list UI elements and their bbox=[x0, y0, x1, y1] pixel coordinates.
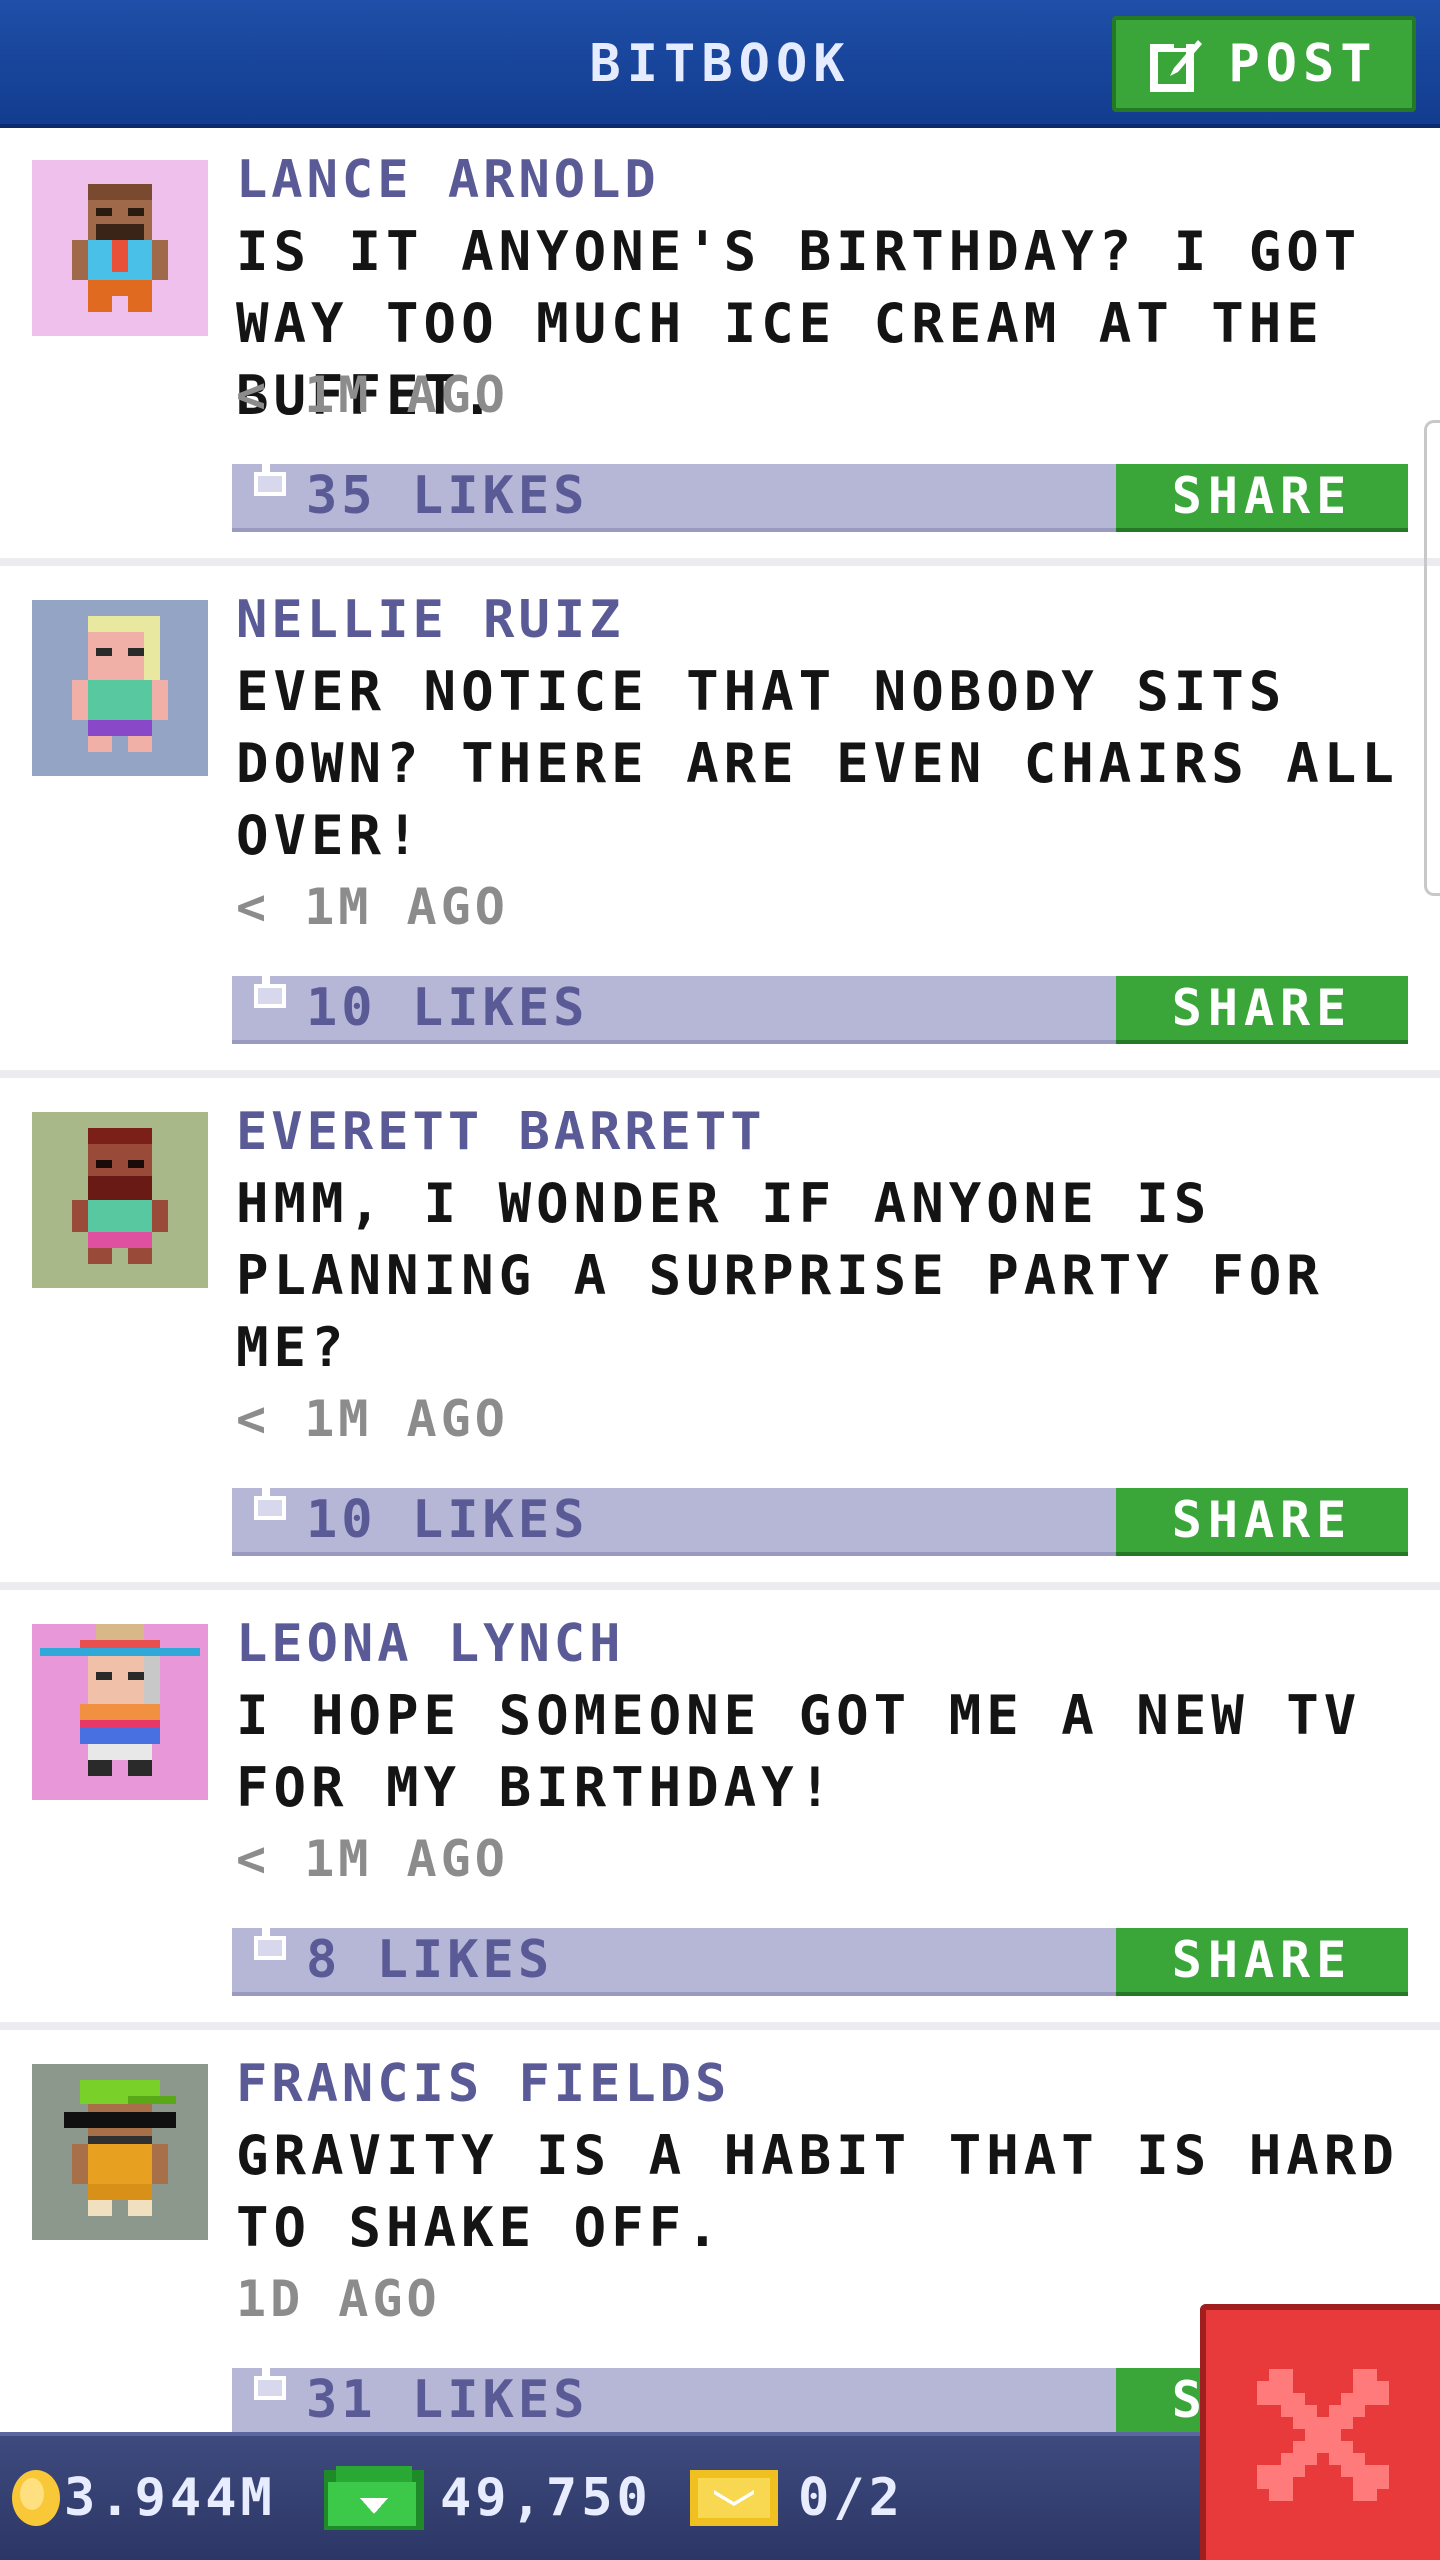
post-author[interactable]: LANCE ARNOLD bbox=[236, 150, 660, 210]
post-author[interactable]: NELLIE RUIZ bbox=[236, 590, 624, 650]
share-button[interactable]: SHARE bbox=[1116, 1928, 1408, 1996]
likes-count: 31 LIKES bbox=[306, 2370, 589, 2430]
likes-bar: 10 LIKES SHARE bbox=[232, 1472, 1408, 1556]
thumbs-up-icon[interactable] bbox=[246, 2352, 294, 2424]
likes-bar: 8 LIKES SHARE bbox=[232, 1912, 1408, 1996]
edit-icon bbox=[1150, 40, 1203, 92]
thumbs-up-icon[interactable] bbox=[246, 1472, 294, 1544]
coins-value: 3.944M bbox=[64, 2468, 276, 2528]
post-divider bbox=[0, 558, 1440, 566]
coin-icon bbox=[12, 2470, 60, 2526]
thumbs-up-icon[interactable] bbox=[246, 448, 294, 520]
post-text: I HOPE SOMEONE GOT ME A NEW TV FOR MY BI… bbox=[236, 1684, 1362, 1819]
post-time: < 1M AGO bbox=[236, 1830, 509, 1888]
likes-count: 10 LIKES bbox=[306, 1490, 589, 1550]
post-text: EVER NOTICE THAT NOBODY SITS DOWN? THERE… bbox=[236, 660, 1399, 867]
tickets-value: 0/2 bbox=[798, 2468, 904, 2528]
share-button[interactable]: SHARE bbox=[1116, 976, 1408, 1044]
avatar[interactable] bbox=[32, 600, 208, 776]
bux-value: 49,750 bbox=[440, 2468, 652, 2528]
post-divider bbox=[0, 1070, 1440, 1078]
post-time: 1D AGO bbox=[236, 2270, 441, 2328]
post-button-label: POST bbox=[1228, 34, 1378, 94]
share-button[interactable]: SHARE bbox=[1116, 1488, 1408, 1556]
avatar[interactable] bbox=[32, 1624, 208, 1800]
likes-count: 35 LIKES bbox=[306, 466, 589, 526]
close-button[interactable] bbox=[1200, 2304, 1440, 2560]
likes-bar: 10 LIKES SHARE bbox=[232, 960, 1408, 1044]
post-divider bbox=[0, 2022, 1440, 2030]
post-time: < 1M AGO bbox=[236, 878, 509, 936]
post-author[interactable]: EVERETT BARRETT bbox=[236, 1102, 766, 1162]
share-button[interactable]: SHARE bbox=[1116, 464, 1408, 532]
post-text: HMM, I WONDER IF ANYONE IS PLANNING A SU… bbox=[236, 1172, 1324, 1379]
ticket-icon bbox=[690, 2470, 778, 2526]
likes-bar: 35 LIKES SHARE bbox=[232, 448, 1408, 532]
scrollbar[interactable] bbox=[1424, 420, 1440, 896]
avatar[interactable] bbox=[32, 2064, 208, 2240]
bux-display: 49,750 bbox=[324, 2436, 652, 2560]
post-author[interactable]: FRANCIS FIELDS bbox=[236, 2054, 730, 2114]
coins-display: 3.944M bbox=[10, 2436, 276, 2560]
post-author[interactable]: LEONA LYNCH bbox=[236, 1614, 624, 1674]
avatar[interactable] bbox=[32, 1112, 208, 1288]
likes-count: 10 LIKES bbox=[306, 978, 589, 1038]
post-button[interactable]: POST bbox=[1112, 16, 1416, 112]
post-time: < 1M AGO bbox=[236, 366, 509, 424]
avatar[interactable] bbox=[32, 160, 208, 336]
post-divider bbox=[0, 1582, 1440, 1590]
tickets-display: 0/2 bbox=[690, 2436, 904, 2560]
close-icon bbox=[1257, 2369, 1389, 2501]
likes-count: 8 LIKES bbox=[306, 1930, 554, 1990]
top-bar: BITBOOK POST bbox=[0, 0, 1440, 128]
thumbs-up-icon[interactable] bbox=[246, 960, 294, 1032]
post-time: < 1M AGO bbox=[236, 1390, 509, 1448]
thumbs-up-icon[interactable] bbox=[246, 1912, 294, 1984]
bux-icon bbox=[324, 2466, 424, 2530]
post-text: GRAVITY IS A HABIT THAT IS HARD TO SHAKE… bbox=[236, 2124, 1399, 2259]
